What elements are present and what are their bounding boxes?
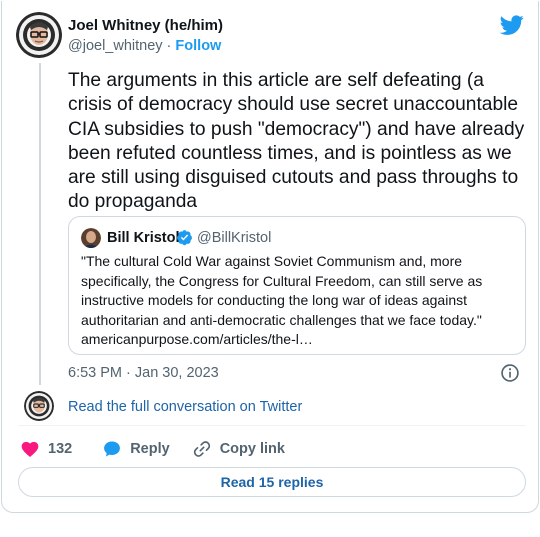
copy-link-label: Copy link (219, 441, 285, 457)
tweet-body-text: The arguments in this article are self d… (68, 70, 525, 213)
link-icon (193, 441, 210, 457)
reply-button[interactable]: Reply (102, 439, 170, 459)
author-avatar[interactable] (16, 12, 62, 58)
info-icon[interactable] (500, 363, 520, 383)
quoted-tweet[interactable]: Bill Kristol @BillKristol "The cultural … (68, 216, 526, 355)
heart-icon (21, 441, 39, 457)
copy-link-button[interactable]: Copy link (192, 439, 285, 459)
author-handle[interactable]: @joel_whitney (68, 38, 163, 54)
author-display-name[interactable]: Joel Whitney (he/him) (68, 17, 223, 34)
reply-bubble-icon (104, 441, 121, 457)
action-divider (18, 425, 526, 426)
like-count: 132 (48, 441, 73, 457)
thread-connector-line (39, 63, 41, 385)
quoted-tweet-text: "The cultural Cold War against Soviet Co… (81, 253, 483, 348)
author-handle-row: @joel_whitney · Follow (68, 38, 221, 54)
quoted-author-handle: @BillKristol (197, 230, 272, 246)
reply-label: Reply (130, 441, 170, 457)
quoted-author-name: Bill Kristol (107, 230, 180, 246)
verified-badge-icon (177, 230, 192, 246)
quoted-author-avatar (81, 228, 101, 248)
reader-avatar (24, 391, 54, 421)
tweet-embed-card: Joel Whitney (he/him) @joel_whitney · Fo… (1, 1, 539, 513)
like-button[interactable]: 132 (20, 439, 72, 459)
tweet-actions: 132 Reply Copy link (20, 437, 285, 461)
read-full-conversation-link[interactable]: Read the full conversation on Twitter (68, 399, 302, 415)
tweet-timestamp[interactable]: 6:53 PM · Jan 30, 2023 (68, 365, 219, 381)
read-replies-button[interactable]: Read 15 replies (18, 467, 526, 497)
twitter-bird-icon[interactable] (500, 13, 524, 37)
handle-separator: · (162, 38, 176, 54)
follow-button[interactable]: Follow (175, 38, 221, 54)
